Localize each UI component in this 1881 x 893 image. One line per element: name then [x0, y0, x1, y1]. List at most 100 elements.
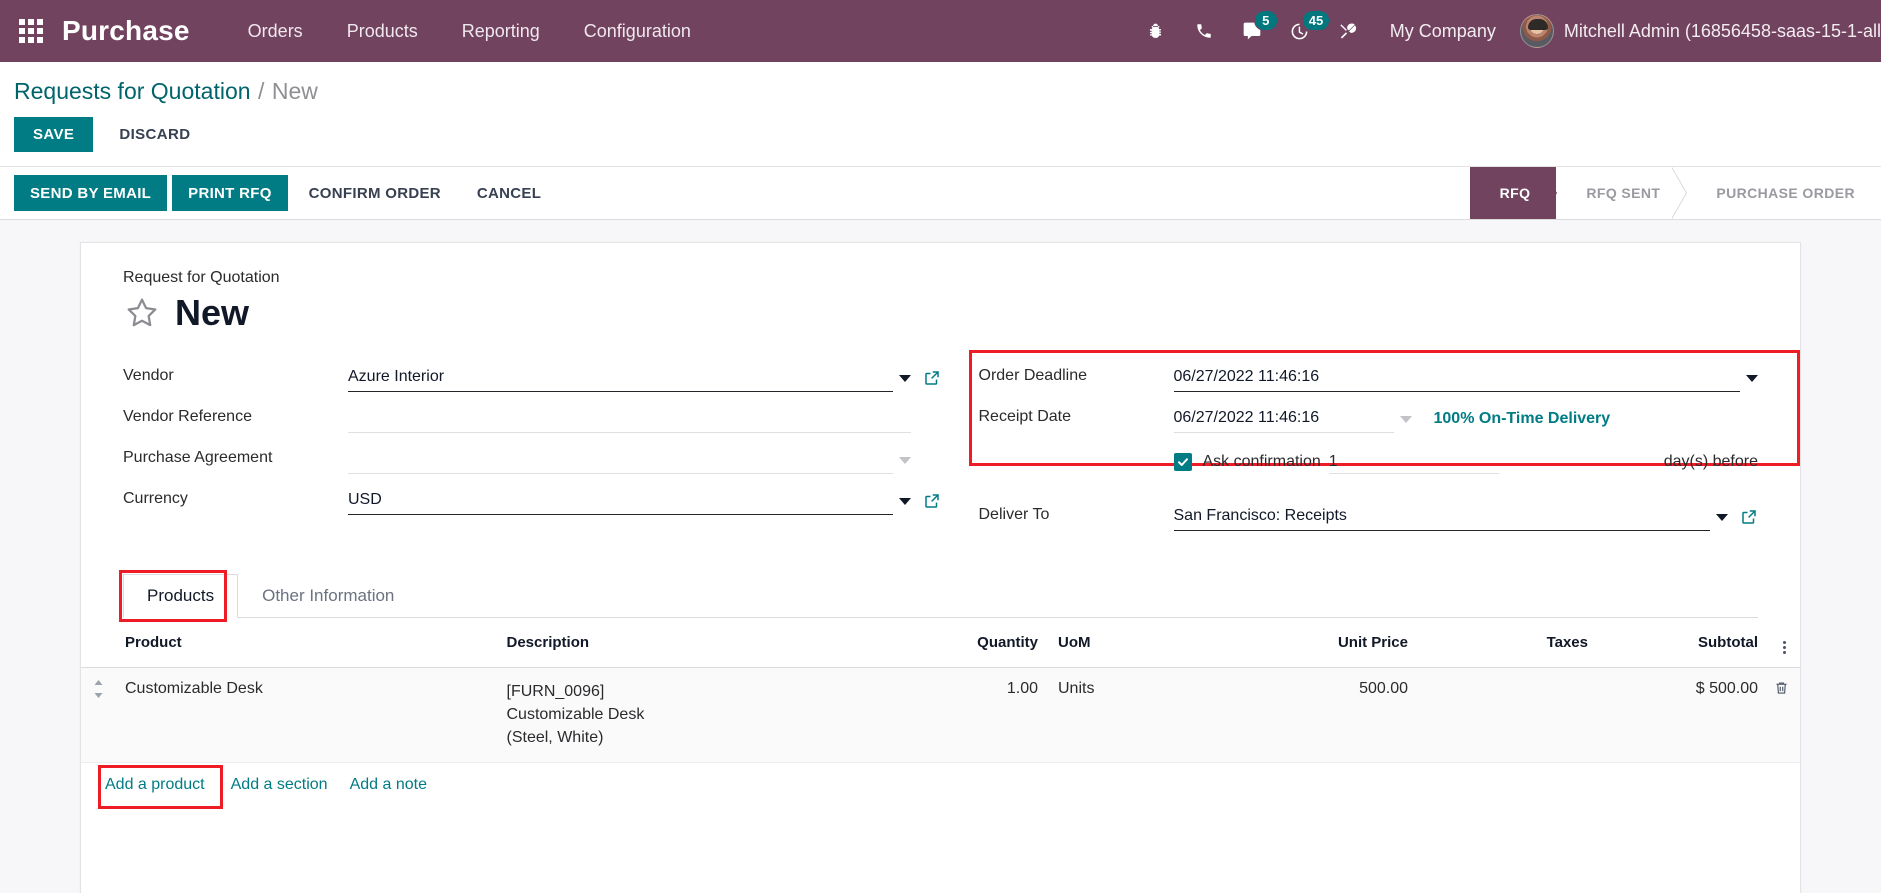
optional-columns-toggle[interactable]	[1768, 618, 1800, 668]
field-purchase-agreement: Purchase Agreement	[123, 442, 941, 483]
col-description[interactable]: Description	[496, 618, 878, 668]
col-handle	[81, 618, 115, 668]
cell-product[interactable]: Customizable Desk	[115, 667, 497, 763]
tab-products[interactable]: Products	[123, 574, 239, 618]
save-button[interactable]: SAVE	[14, 117, 94, 152]
field-vendor-reference-label: Vendor Reference	[123, 408, 252, 425]
top-navbar: Purchase Orders Products Reporting Confi…	[0, 0, 1881, 62]
field-vendor-label: Vendor	[123, 367, 174, 384]
col-subtotal[interactable]: Subtotal	[1598, 618, 1768, 668]
discard-button[interactable]: DISCARD	[101, 117, 208, 152]
order-lines-table: Product Description Quantity UoM Unit Pr…	[81, 618, 1800, 763]
receipt-date-input[interactable]	[1173, 405, 1394, 433]
star-outline-icon[interactable]	[123, 294, 161, 332]
breadcrumb-separator: /	[257, 78, 265, 104]
add-a-note-link[interactable]: Add a note	[350, 776, 427, 794]
user-name-label: Mitchell Admin (16856458-saas-15-1-all	[1563, 20, 1881, 41]
row-drag-handle[interactable]	[81, 667, 115, 763]
cell-delete[interactable]	[1768, 667, 1800, 763]
add-a-section-link[interactable]: Add a section	[231, 776, 328, 794]
menu-reporting[interactable]: Reporting	[440, 0, 562, 62]
col-taxes[interactable]: Taxes	[1418, 618, 1598, 668]
vendor-reference-input[interactable]	[348, 405, 911, 433]
form-group-left: Vendor Vendor Reference	[123, 360, 941, 540]
cell-uom[interactable]: Units	[1048, 667, 1228, 763]
menu-orders[interactable]: Orders	[226, 0, 325, 62]
field-currency-label: Currency	[123, 490, 188, 507]
table-row[interactable]: Customizable Desk [FURN_0096] Customizab…	[81, 667, 1800, 763]
purchase-agreement-dropdown-caret-icon[interactable]	[898, 456, 911, 464]
deliver-to-dropdown-caret-icon[interactable]	[1716, 513, 1728, 521]
app-brand-purchase[interactable]: Purchase	[62, 15, 190, 47]
deliver-to-external-link-icon[interactable]	[1740, 508, 1758, 526]
control-panel: Requests for Quotation / New SAVE DISCAR…	[0, 62, 1881, 167]
status-step-rfq[interactable]: RFQ	[1469, 167, 1557, 219]
col-unit-price[interactable]: Unit Price	[1228, 618, 1418, 668]
col-quantity[interactable]: Quantity	[878, 618, 1048, 668]
print-rfq-button[interactable]: PRINT RFQ	[172, 175, 288, 211]
vendor-external-link-icon[interactable]	[923, 369, 941, 387]
action-buttons: SEND BY EMAIL PRINT RFQ CONFIRM ORDER CA…	[0, 167, 561, 219]
ask-confirmation-label: Ask confirmation	[1202, 453, 1321, 470]
cell-unit-price[interactable]: 500.00	[1228, 667, 1418, 763]
breadcrumb-root-link[interactable]: Requests for Quotation	[14, 78, 251, 104]
company-switcher[interactable]: My Company	[1372, 21, 1514, 42]
cancel-button[interactable]: CANCEL	[461, 175, 557, 211]
ask-confirmation-days-input[interactable]	[1328, 450, 1499, 474]
field-receipt-date-label: Receipt Date	[978, 408, 1072, 425]
status-step-rfq-sent[interactable]: RFQ SENT	[1556, 167, 1687, 219]
tab-other-information[interactable]: Other Information	[238, 574, 418, 618]
field-vendor-reference: Vendor Reference	[123, 401, 941, 442]
deliver-to-input[interactable]	[1173, 503, 1710, 531]
phone-icon[interactable]	[1180, 0, 1228, 62]
vendor-dropdown-caret-icon[interactable]	[898, 374, 911, 382]
drag-handle-icon[interactable]	[92, 680, 105, 703]
currency-external-link-icon[interactable]	[923, 492, 941, 510]
tools-wrench-icon[interactable]	[1324, 0, 1372, 62]
send-by-email-button[interactable]: SEND BY EMAIL	[14, 175, 168, 211]
avatar	[1519, 14, 1554, 48]
add-line-links: Add a product Add a section Add a note	[81, 763, 1800, 809]
messages-icon[interactable]: 5	[1228, 0, 1278, 62]
add-a-product-link[interactable]: Add a product	[105, 776, 205, 794]
vendor-input[interactable]	[348, 364, 893, 392]
field-deliver-to: Deliver To	[979, 499, 1759, 540]
currency-dropdown-caret-icon[interactable]	[898, 497, 911, 505]
trash-icon[interactable]	[1774, 680, 1789, 696]
apps-grid-icon[interactable]	[0, 0, 62, 62]
navbar-right-cluster: 5 45 My Company Mitchell Admin (16856458…	[1132, 0, 1881, 62]
cell-subtotal: $ 500.00	[1598, 667, 1768, 763]
vertical-dots-icon[interactable]	[1782, 641, 1786, 654]
bug-icon[interactable]	[1132, 0, 1180, 62]
activity-clock-icon[interactable]: 45	[1276, 0, 1331, 62]
action-bar: SEND BY EMAIL PRINT RFQ CONFIRM ORDER CA…	[0, 167, 1881, 220]
field-order-deadline: Order Deadline	[979, 360, 1758, 401]
confirm-order-button[interactable]: CONFIRM ORDER	[293, 175, 457, 211]
cell-taxes[interactable]	[1418, 667, 1598, 763]
record-controls: SAVE DISCARD	[0, 105, 1881, 166]
receipt-date-dropdown-caret-icon[interactable]	[1399, 415, 1412, 423]
cell-description[interactable]: [FURN_0096] Customizable Desk (Steel, Wh…	[496, 667, 878, 763]
field-deliver-to-label: Deliver To	[978, 506, 1050, 523]
user-menu[interactable]: Mitchell Admin (16856458-saas-15-1-all	[1514, 14, 1881, 48]
form-sheet: Request for Quotation New Vendor Azure I…	[80, 242, 1801, 893]
cell-quantity[interactable]: 1.00	[878, 667, 1048, 763]
purchase-agreement-input[interactable]	[348, 446, 893, 474]
field-receipt-date: Receipt Date 100% On-Time Delivery	[979, 401, 1759, 442]
on-time-delivery-link[interactable]: 100% On-Time Delivery	[1434, 410, 1611, 428]
currency-input[interactable]	[348, 487, 893, 515]
form-group-right: Order Deadline Receipt Date 100% On-Time…	[941, 350, 1800, 540]
ask-confirmation-checkbox[interactable]	[1173, 453, 1192, 471]
order-deadline-input[interactable]	[1173, 364, 1740, 392]
order-deadline-dropdown-caret-icon[interactable]	[1746, 374, 1758, 382]
field-currency: Currency	[123, 483, 941, 524]
status-step-purchase-order[interactable]: PURCHASE ORDER	[1686, 167, 1881, 219]
col-uom[interactable]: UoM	[1048, 618, 1228, 668]
col-product[interactable]: Product	[115, 618, 497, 668]
notebook: Products Other Information	[119, 570, 1758, 622]
status-bar: RFQ RFQ SENT PURCHASE ORDER	[1469, 167, 1881, 219]
menu-configuration[interactable]: Configuration	[562, 0, 713, 62]
form-subtitle: Request for Quotation	[123, 269, 280, 286]
breadcrumb-current: New	[271, 78, 318, 104]
menu-products[interactable]: Products	[325, 0, 440, 62]
